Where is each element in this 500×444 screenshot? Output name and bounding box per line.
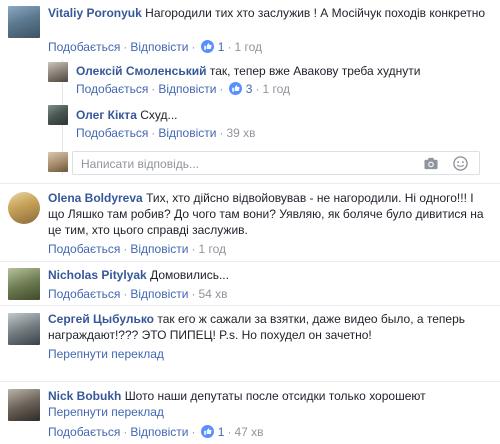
timestamp[interactable]: 39 хв [226,126,255,140]
comment-actions: Подобається · Відповісти · 54 хв [48,287,228,301]
emoji-icon[interactable] [453,156,468,171]
comment-actions: Подобається · Відповісти · 1 · 47 хв [48,425,264,439]
translate-link[interactable]: Перепнути переклад [48,405,164,419]
reply-button[interactable]: Відповісти [130,425,188,439]
timestamp[interactable]: 1 год [234,40,262,54]
comment-text: Nicholas Pitylyak Домовились... [48,267,488,283]
like-button[interactable]: Подобається [48,425,120,439]
comment-text: Олег Кікта Схуд... [76,107,486,123]
comment-text: Vitaliy Poronyuk Нагородили тих хто засл… [48,5,488,21]
divider [0,261,500,262]
comment-author[interactable]: Сергей Цыбулько [48,312,154,326]
thumbs-up-icon[interactable] [229,82,243,95]
avatar[interactable] [48,105,68,125]
reply-button[interactable]: Відповісти [158,82,216,96]
divider [0,183,500,184]
current-user-avatar [48,152,68,172]
translate-link[interactable]: Перепнути переклад [48,347,164,361]
comment-actions: Подобається · Відповісти · 39 хв [76,126,256,140]
avatar[interactable] [8,313,40,345]
like-button[interactable]: Подобається [76,126,148,140]
reply-placeholder: Написати відповідь... [81,157,199,171]
timestamp[interactable]: 47 хв [234,425,263,439]
comment-author[interactable]: Nick Bobukh [48,389,121,403]
like-button[interactable]: Подобається [48,287,120,301]
avatar[interactable] [8,389,40,421]
avatar[interactable] [8,268,40,300]
comment-body: Домовились... [150,268,229,282]
comment-body: Нагородили тих хто заслужив ! А Мосійчук… [145,6,486,20]
reply-button[interactable]: Відповісти [158,126,216,140]
reply-button[interactable]: Відповісти [130,40,188,54]
like-button[interactable]: Подобається [76,82,148,96]
divider [0,305,500,306]
comment-author[interactable]: Nicholas Pitylyak [48,268,147,282]
reply-button[interactable]: Відповісти [130,242,188,256]
timestamp[interactable]: 54 хв [198,287,227,301]
comment-text: Сергей Цыбулько так его ж сажали за взят… [48,311,488,343]
avatar[interactable] [8,6,40,38]
comment-author[interactable]: Олег Кікта [76,108,137,122]
comment-text: Nick Bobukh Шото наши депутаты после отс… [48,388,488,404]
reply-input[interactable]: Написати відповідь... [72,151,480,175]
comment-actions: Подобається · Відповісти · 1 год [48,242,226,256]
like-count[interactable]: 1 [218,425,225,439]
timestamp[interactable]: 1 год [262,82,290,96]
avatar[interactable] [48,62,68,82]
comment-body: Схуд... [140,108,178,122]
reply-button[interactable]: Відповісти [130,287,188,301]
divider [0,381,500,382]
like-button[interactable]: Подобається [48,242,120,256]
camera-icon[interactable] [423,156,439,171]
comment-text: Олексій Смоленський так, тепер вже Авако… [76,63,486,79]
thumbs-up-icon[interactable] [201,425,215,438]
avatar[interactable] [8,192,40,224]
like-button[interactable]: Подобається [48,40,120,54]
comment-text: Olena Boldyreva Тих, хто дійсно відвойов… [48,190,488,238]
comment-author[interactable]: Vitaliy Poronyuk [48,6,142,20]
comment-actions: Подобається · Відповісти · 1 · 1 год [48,40,263,54]
timestamp[interactable]: 1 год [198,242,226,256]
comment-author[interactable]: Олексій Смоленський [76,64,207,78]
like-count[interactable]: 3 [246,82,253,96]
like-count[interactable]: 1 [218,40,225,54]
comment-author[interactable]: Olena Boldyreva [48,191,143,205]
thumbs-up-icon[interactable] [201,40,215,53]
comment-body: Шото наши депутаты после отсидки только … [124,389,426,403]
comment-body: так, тепер вже Авакову треба худнути [209,64,421,78]
comment-actions: Подобається · Відповісти · 3 · 1 год [76,82,291,96]
